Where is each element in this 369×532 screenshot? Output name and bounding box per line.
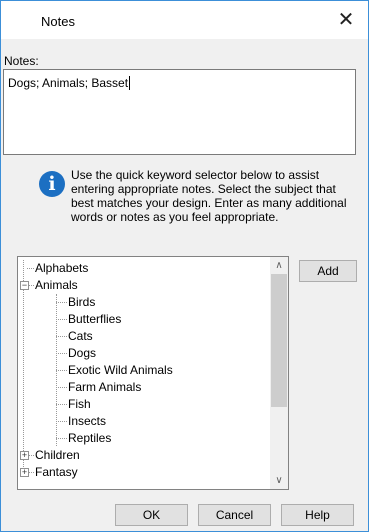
scroll-thumb[interactable] [271,274,287,407]
collapse-icon[interactable]: − [20,281,29,290]
tree-item-fish[interactable]: Fish [18,396,270,413]
tree-connector [56,404,67,405]
notes-label: Notes: [4,54,39,68]
tree-connector [56,353,67,354]
tree-item-label: Farm Animals [68,380,142,394]
tree-connector [27,268,34,269]
tree-item-label: Fish [68,397,91,411]
tree-item-label: Birds [68,295,96,309]
tree-connector [56,421,67,422]
tree-item-cats[interactable]: Cats [18,328,270,345]
text-cursor [129,76,131,90]
tree-item-fantasy[interactable]: + Fantasy [18,464,270,481]
info-icon: i [39,171,65,197]
notes-text: Dogs; Animals; Basset [8,76,129,90]
title-bar: Notes ✕ [1,1,368,39]
tree-connector [56,336,67,337]
tree-item-dogs[interactable]: Dogs [18,345,270,362]
notes-dialog: Notes ✕ Notes: Dogs; Animals; Basset i U… [0,0,369,532]
scroll-up-icon[interactable]: ∧ [270,257,288,274]
scroll-down-icon[interactable]: ∨ [270,472,288,489]
cancel-button[interactable]: Cancel [198,504,271,526]
close-icon[interactable]: ✕ [324,1,368,39]
tree-item-alphabets[interactable]: Alphabets [18,260,270,277]
tree-item-label: Exotic Wild Animals [68,363,173,377]
tree-item-label: Reptiles [68,431,112,445]
tree-item-label: Cats [68,329,93,343]
tree-items: Alphabets − Animals Birds Butterflies Cats Dog… [18,260,270,481]
tree-connector [56,319,67,320]
tree-item-label: Dogs [68,346,97,360]
tree-item-animals[interactable]: − Animals [18,277,270,294]
tree-item-label: Fantasy [35,465,78,479]
tree-item-children[interactable]: + Children [18,447,270,464]
tree-item-insects[interactable]: Insects [18,413,270,430]
tree-item-farm-animals[interactable]: Farm Animals [18,379,270,396]
expand-icon[interactable]: + [20,451,29,460]
tree-item-label: Alphabets [35,261,89,275]
ok-button[interactable]: OK [115,504,188,526]
tree-item-label: Animals [35,277,78,294]
tree-item-label: Children [35,448,80,462]
tree-item-label: Butterflies [68,312,122,326]
tree-item-butterflies[interactable]: Butterflies [18,311,270,328]
window-title: Notes [41,14,75,29]
add-button[interactable]: Add [299,260,357,282]
notes-textarea[interactable]: Dogs; Animals; Basset [3,69,356,155]
tree-connector [56,302,67,303]
tree-connector [56,438,67,439]
help-button[interactable]: Help [281,504,354,526]
tree-scrollbar[interactable]: ∧ ∨ [270,257,288,489]
tree-connector [56,387,67,388]
tree-item-exotic-wild-animals[interactable]: Exotic Wild Animals [18,362,270,379]
tree-item-reptiles[interactable]: Reptiles [18,430,270,447]
info-text: Use the quick keyword selector below to … [71,168,347,224]
tree-item-birds[interactable]: Birds [18,294,270,311]
tree-connector [56,370,67,371]
expand-icon[interactable]: + [20,468,29,477]
keyword-tree[interactable]: Alphabets − Animals Birds Butterflies Cats Dog… [17,256,289,490]
tree-item-label: Insects [68,414,107,428]
